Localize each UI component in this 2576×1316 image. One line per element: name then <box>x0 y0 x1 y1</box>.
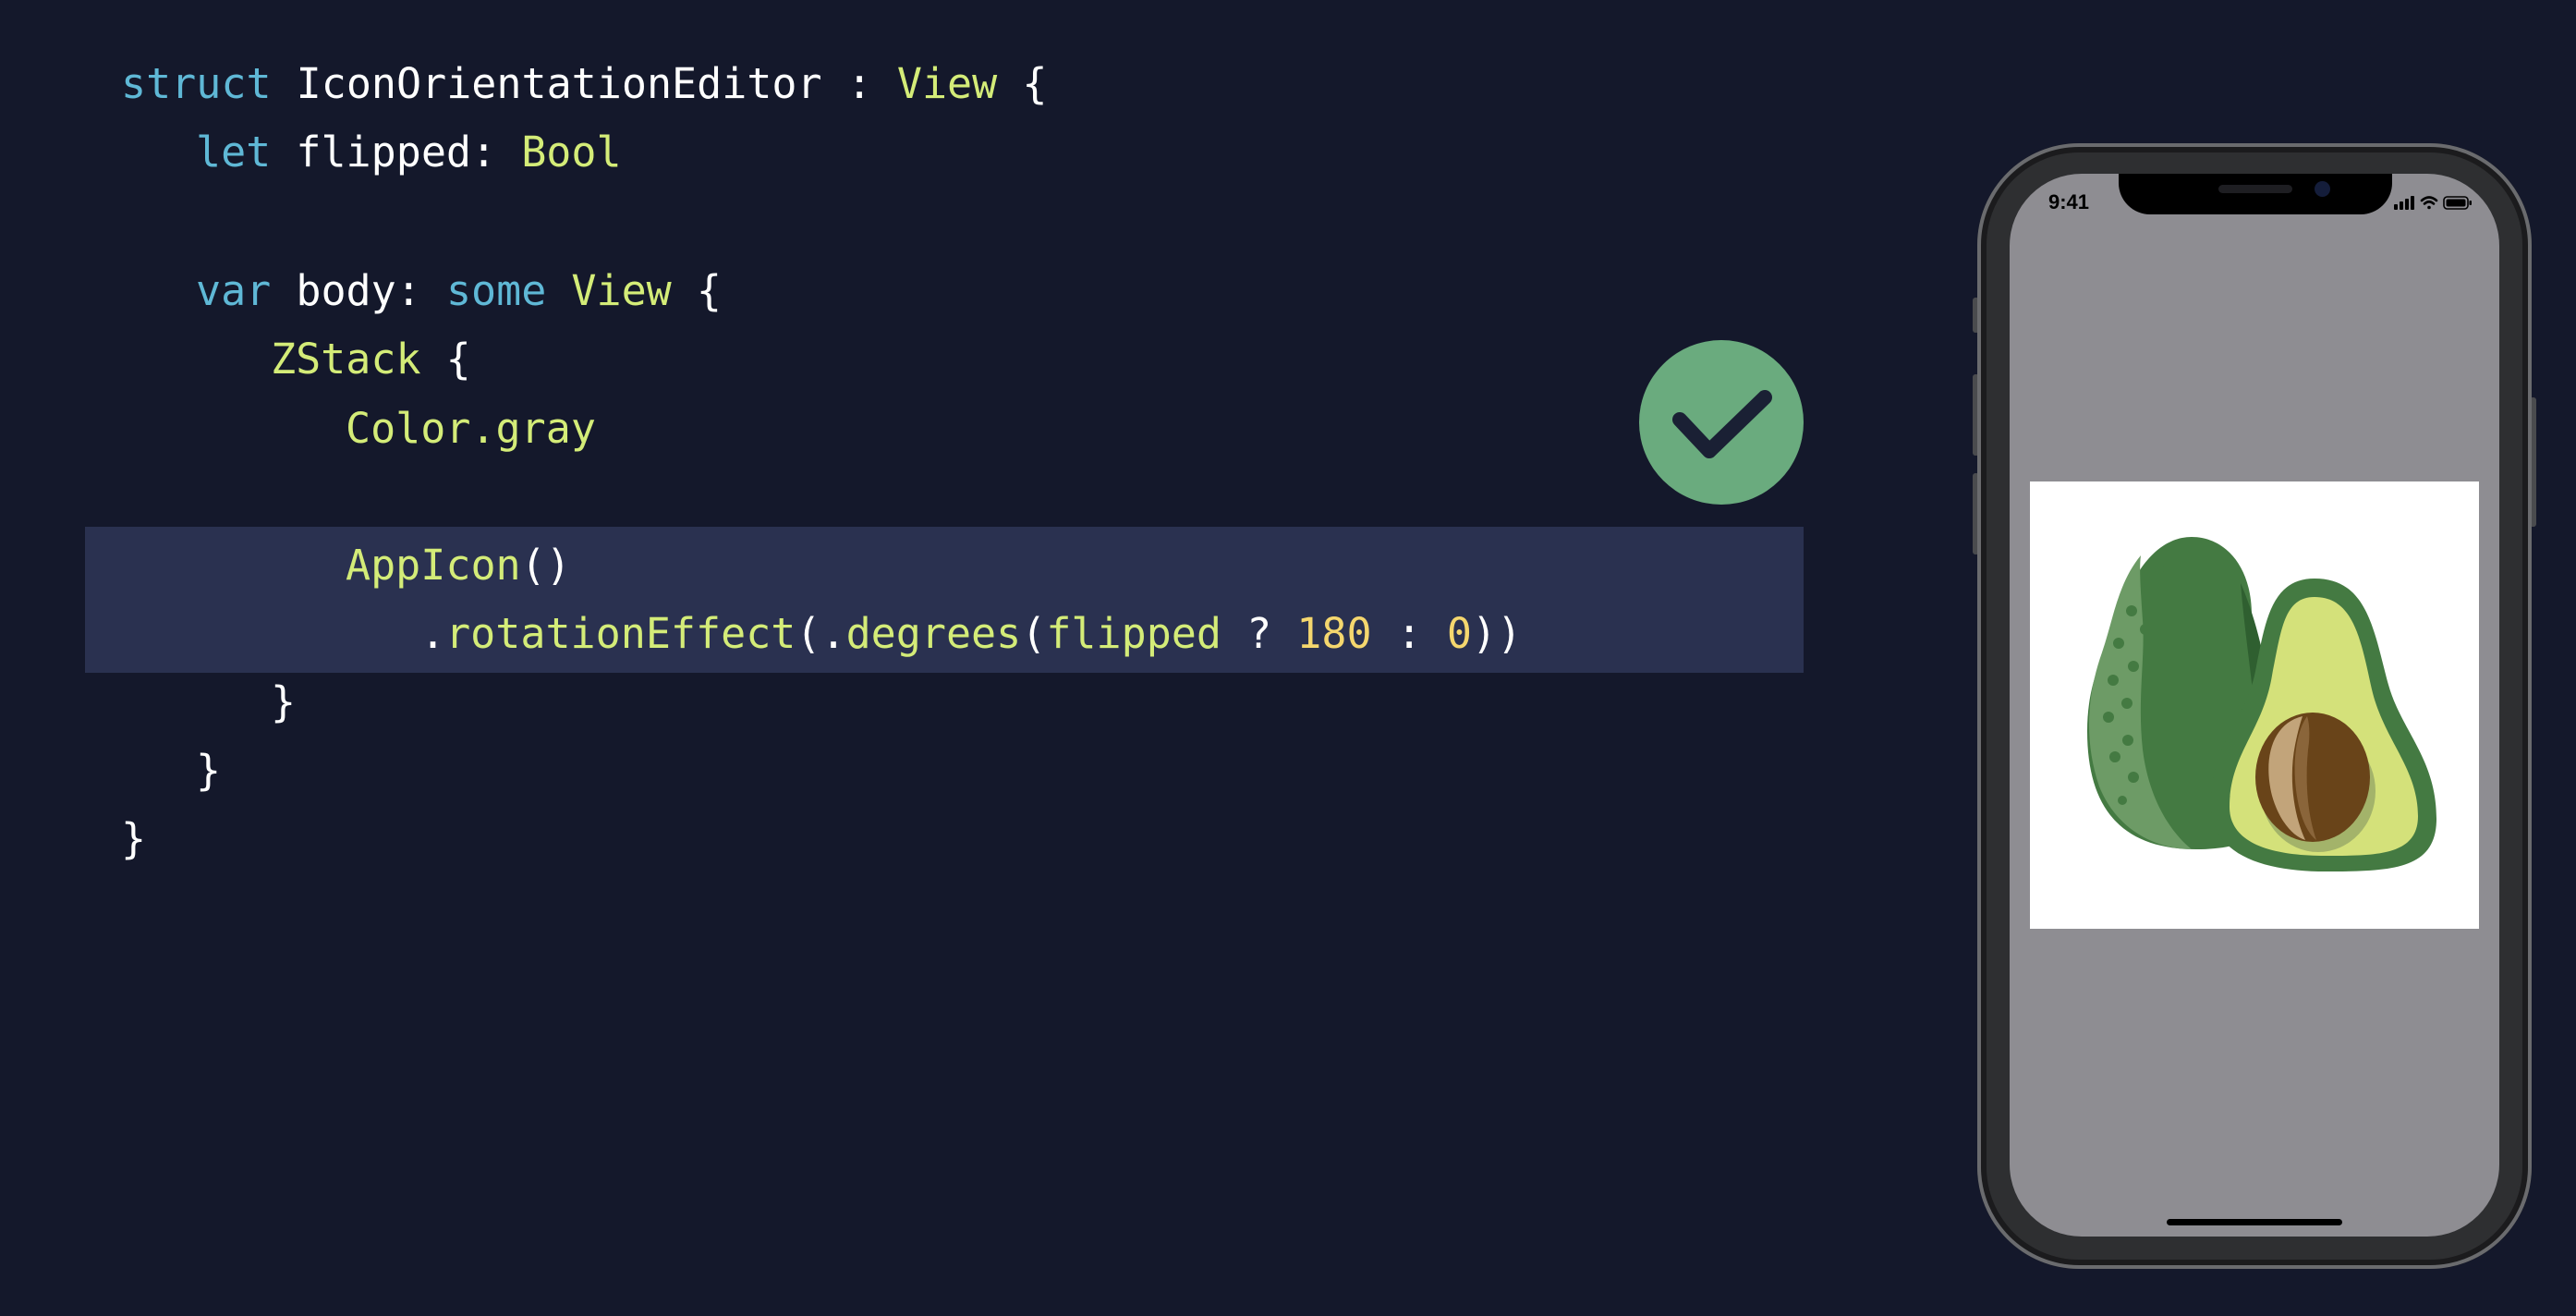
code-token: 180 <box>1296 609 1372 658</box>
avocado-icon <box>2087 537 2436 871</box>
home-indicator <box>2167 1219 2342 1225</box>
code-token: flipped: <box>271 128 522 177</box>
code-token: { <box>420 335 471 384</box>
wifi-icon <box>2420 196 2438 210</box>
code-token: } <box>121 814 147 863</box>
code-token: { <box>997 59 1048 108</box>
code-token: some <box>445 266 547 315</box>
code-token: { <box>671 266 722 315</box>
code-line: let flipped: Bool <box>196 118 622 187</box>
front-camera <box>2315 181 2330 197</box>
code-line: struct IconOrientationEditor : View { <box>121 50 1047 118</box>
phone-screen: 9:41 <box>2010 174 2499 1237</box>
code-token: body: <box>271 266 446 315</box>
speaker-grille <box>2218 185 2292 193</box>
code-token: (. <box>796 609 846 658</box>
code-token: ? <box>1221 609 1297 658</box>
code-token: } <box>271 677 297 726</box>
code-token: () <box>520 541 571 590</box>
code-editor: struct IconOrientationEditor : View { le… <box>0 0 1811 924</box>
code-line: } <box>121 805 146 873</box>
code-token: AppIcon <box>346 541 521 590</box>
code-token: Bool <box>521 128 622 177</box>
signal-icon <box>2394 196 2414 210</box>
code-token: struct <box>121 59 272 108</box>
code-token: 0 <box>1446 609 1472 658</box>
code-token: ( <box>1021 609 1047 658</box>
code-token: rotationEffect <box>445 609 796 658</box>
code-token: View <box>896 59 998 108</box>
code-token: Color.gray <box>346 404 596 453</box>
code-token: flipped <box>1046 609 1221 658</box>
code-token: )) <box>1471 609 1523 658</box>
code-token: IconOrientationEditor : <box>271 59 897 108</box>
code-line: } <box>196 737 221 805</box>
code-token: let <box>196 128 272 177</box>
checkmark-icon <box>1672 390 1772 458</box>
app-icon <box>2030 481 2479 929</box>
code-line: } <box>271 668 296 737</box>
code-token: View <box>571 266 672 315</box>
code-token: . <box>420 609 446 658</box>
code-token: : <box>1371 609 1447 658</box>
code-line: .rotationEffect(.degrees(flipped ? 180 :… <box>420 600 1522 668</box>
phone-notch <box>2119 174 2392 214</box>
code-token: var <box>196 266 272 315</box>
code-token: ZStack <box>271 335 421 384</box>
code-line: AppIcon() <box>346 531 571 600</box>
code-line: var body: some View { <box>196 257 722 325</box>
code-line: ZStack { <box>271 325 471 394</box>
checkmark-badge <box>1639 340 1804 505</box>
code-line: Color.gray <box>346 395 596 463</box>
status-icons <box>2392 192 2475 216</box>
status-time: 9:41 <box>2048 190 2090 213</box>
battery-icon <box>2443 196 2472 210</box>
code-token: } <box>196 746 222 795</box>
code-token: degrees <box>845 609 1022 658</box>
